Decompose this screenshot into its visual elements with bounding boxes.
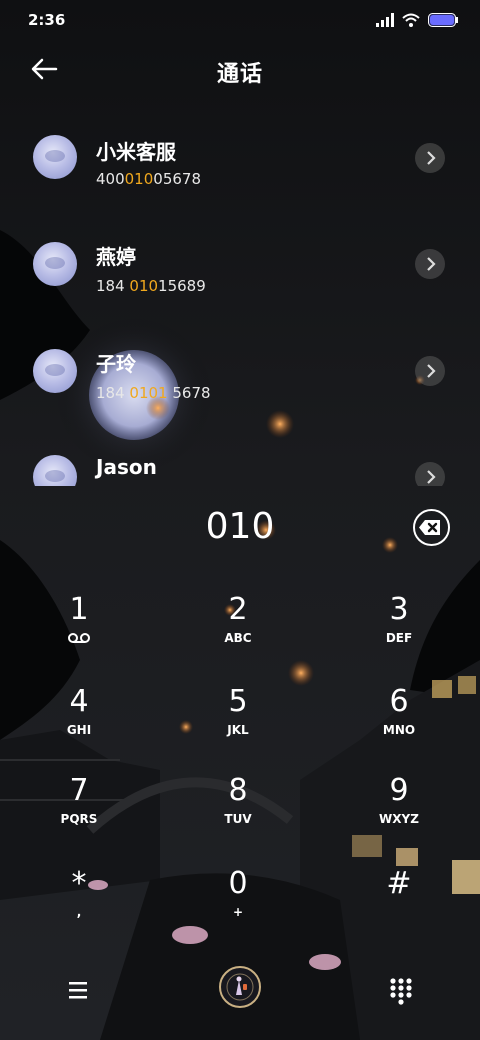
key-9[interactable]: 9 WXYZ — [344, 772, 454, 852]
voicemail-icon — [68, 633, 90, 643]
key-digit: * — [71, 866, 87, 901]
key-letters: TUV — [224, 812, 252, 826]
chevron-right-icon — [427, 364, 436, 378]
status-bar: 2:36 — [0, 0, 480, 40]
signal-icon — [376, 13, 394, 27]
key-digit: 6 — [389, 684, 409, 719]
contact-row[interactable]: 燕婷 184 01015689 — [0, 235, 480, 325]
avatar — [33, 135, 77, 179]
avatar — [33, 349, 77, 393]
key-letters: MNO — [382, 723, 416, 737]
header: 通话 — [0, 46, 480, 94]
contact-name: Jason — [96, 455, 157, 479]
key-letters: ABC — [224, 631, 252, 645]
dialed-number[interactable]: 010 — [0, 506, 480, 547]
key-digit: 8 — [228, 773, 248, 808]
contact-number: 40001005678 — [96, 170, 201, 188]
contact-row[interactable]: Jason — [0, 448, 480, 486]
avatar — [33, 455, 77, 486]
key-6[interactable]: 6 MNO — [344, 683, 454, 763]
page-title: 通话 — [216, 62, 263, 87]
contact-number: 184 01015689 — [96, 277, 206, 295]
key-2[interactable]: 2 ABC — [183, 591, 293, 671]
wifi-icon — [402, 13, 420, 27]
key-star[interactable]: * , — [24, 865, 134, 945]
contact-row[interactable]: 小米客服 40001005678 — [0, 128, 480, 218]
key-hash[interactable]: # — [344, 865, 454, 945]
key-letters: + — [232, 905, 244, 919]
dial-entry: 010 — [0, 500, 480, 556]
key-digit: 5 — [228, 684, 248, 719]
contact-name: 小米客服 — [96, 140, 176, 164]
contact-number: 184 0101 5678 — [96, 384, 211, 402]
key-8[interactable]: 8 TUV — [183, 772, 293, 852]
key-3[interactable]: 3 DEF — [344, 591, 454, 671]
key-letters: , — [76, 905, 82, 919]
contact-detail-button[interactable] — [415, 462, 445, 486]
avatar — [33, 242, 77, 286]
key-digit: 3 — [389, 592, 409, 627]
contact-name: 子玲 — [96, 352, 136, 376]
contact-list: 小米客服 40001005678 燕婷 184 01015689 子玲 184 … — [0, 120, 480, 486]
key-digit: 7 — [69, 773, 89, 808]
key-letters: WXYZ — [379, 812, 419, 826]
key-digit: 0 — [228, 866, 248, 901]
chevron-right-icon — [427, 257, 436, 271]
key-digit: 4 — [69, 684, 89, 719]
call-button[interactable] — [219, 966, 261, 1008]
key-4[interactable]: 4 GHI — [24, 683, 134, 763]
battery-icon — [428, 13, 458, 27]
key-letters: PQRS — [60, 812, 98, 826]
status-icons — [376, 13, 458, 27]
key-7[interactable]: 7 PQRS — [24, 772, 134, 852]
contact-detail-button[interactable] — [415, 356, 445, 386]
contact-detail-button[interactable] — [415, 143, 445, 173]
contact-row[interactable]: 子玲 184 0101 5678 — [0, 342, 480, 432]
backspace-button[interactable] — [413, 509, 450, 546]
key-letters: GHI — [66, 723, 92, 737]
key-0[interactable]: 0 + — [183, 865, 293, 945]
keypad-icon[interactable] — [388, 976, 414, 1006]
key-digit: # — [386, 866, 412, 901]
chevron-right-icon — [427, 151, 436, 165]
backspace-icon — [419, 520, 440, 535]
status-time: 2:36 — [28, 11, 66, 29]
chevron-right-icon — [427, 470, 436, 484]
key-1[interactable]: 1 — [24, 591, 134, 671]
key-digit: 1 — [69, 592, 89, 627]
lantern-figure-icon — [226, 973, 254, 1001]
bottom-bar — [0, 960, 480, 1020]
menu-icon[interactable] — [64, 978, 92, 1002]
key-digit: 2 — [228, 592, 248, 627]
key-5[interactable]: 5 JKL — [183, 683, 293, 763]
key-letters: JKL — [227, 723, 249, 737]
contact-detail-button[interactable] — [415, 249, 445, 279]
contact-name: 燕婷 — [96, 245, 136, 269]
key-letters: DEF — [385, 631, 413, 645]
key-digit: 9 — [389, 773, 409, 808]
